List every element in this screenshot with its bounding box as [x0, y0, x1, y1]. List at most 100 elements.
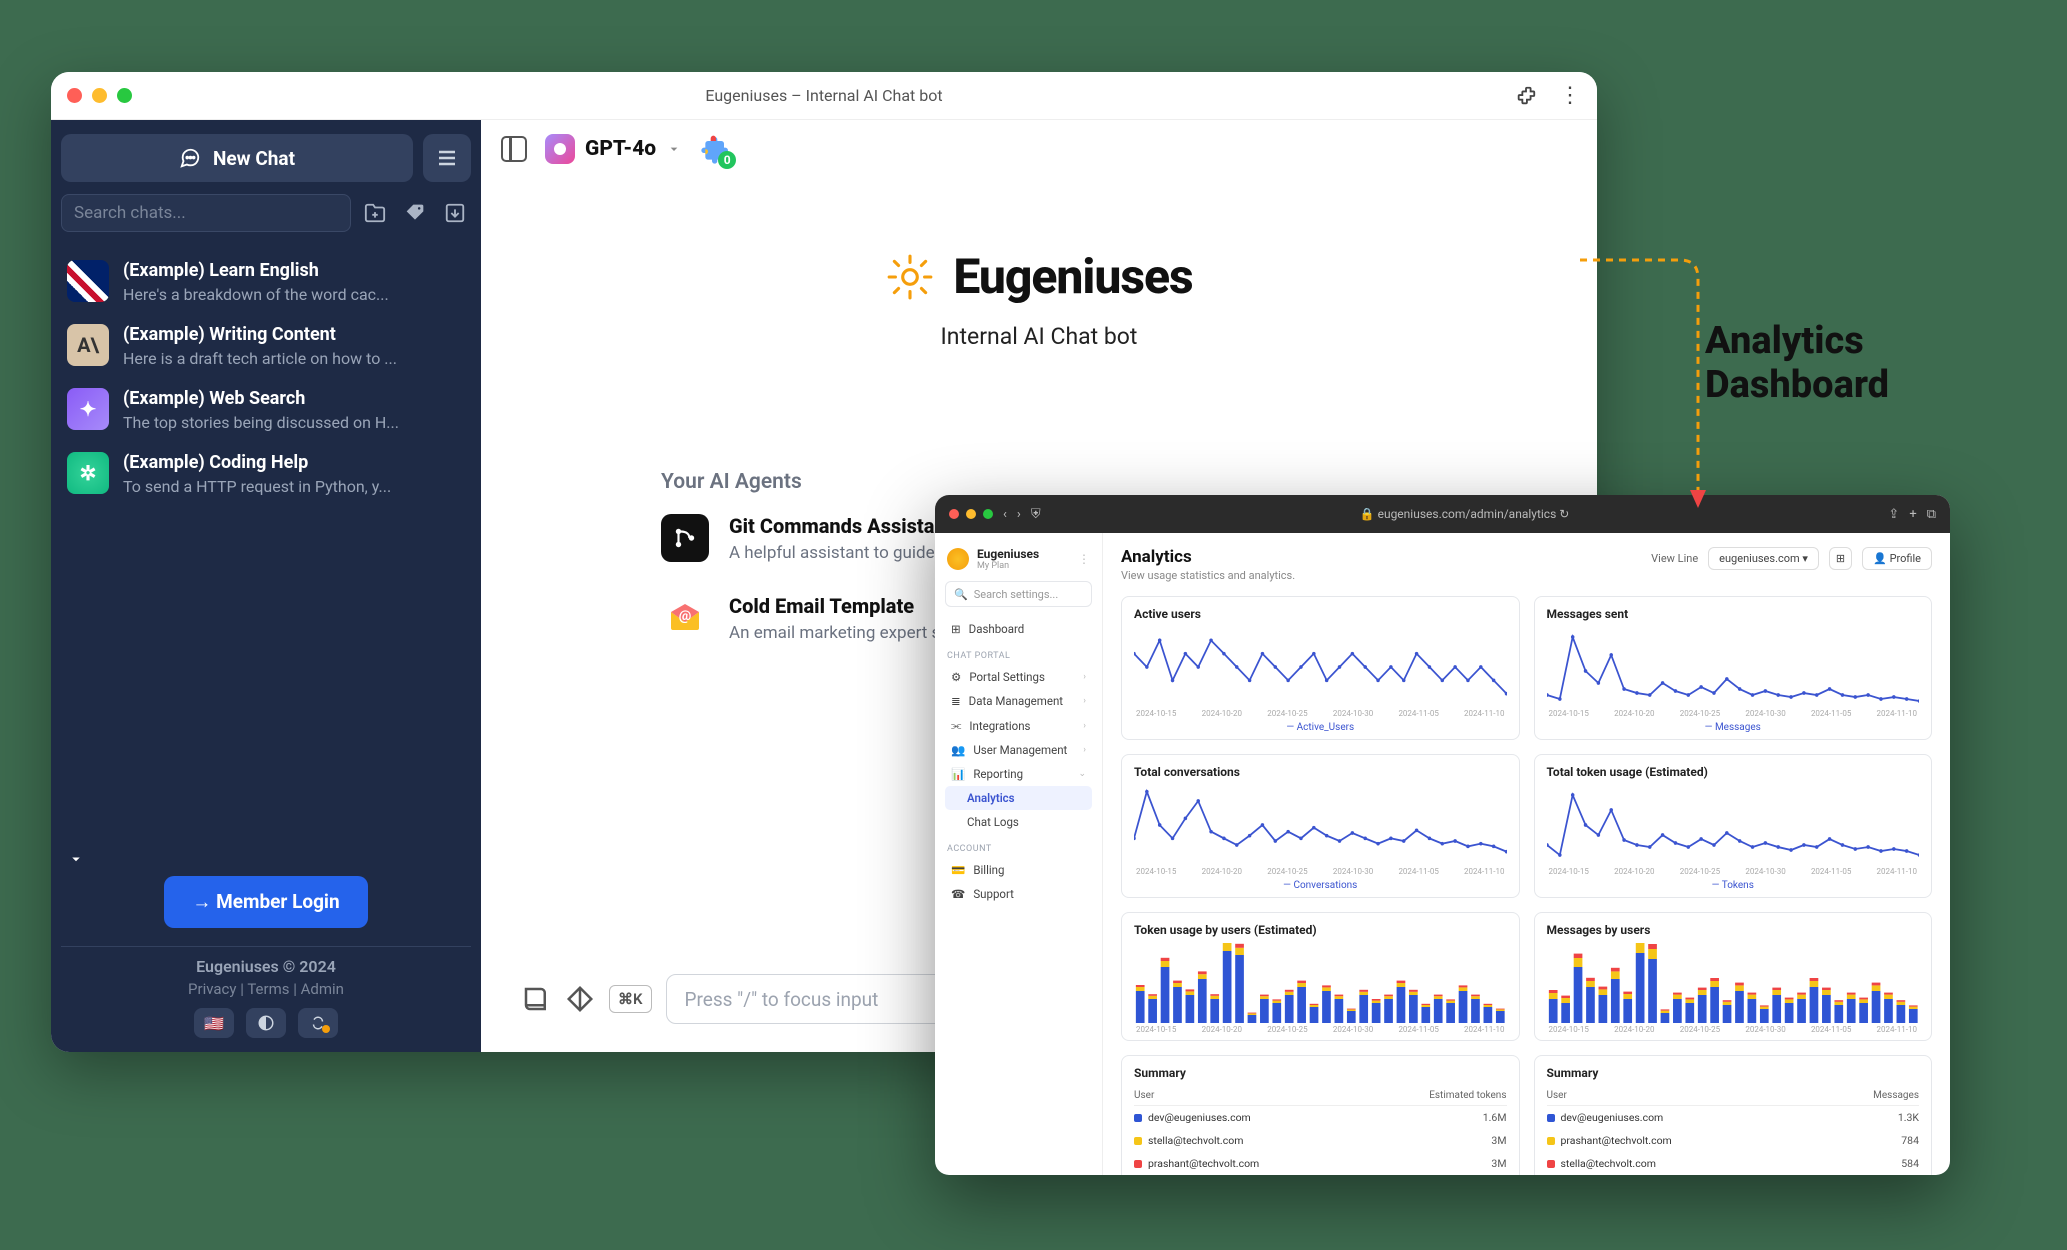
chat-item[interactable]: ✲ (Example) Coding HelpTo send a HTTP re…: [61, 442, 471, 506]
nav-reporting[interactable]: 📊 Reporting⌄: [945, 762, 1092, 786]
chart-card: Active users 2024-10-152024-10-202024-10…: [1121, 596, 1520, 740]
chat-item[interactable]: (Example) Learn EnglishHere's a breakdow…: [61, 250, 471, 314]
terms-link[interactable]: Terms: [247, 980, 289, 998]
chart: [1547, 943, 1920, 1023]
nav-support[interactable]: ☎ Support: [945, 882, 1092, 906]
viewline-label: View Line: [1651, 552, 1698, 565]
collapse-sidebar-button[interactable]: [67, 850, 471, 872]
hero-title: Eugeniuses: [953, 248, 1192, 305]
model-selector[interactable]: GPT-4o: [545, 134, 682, 164]
minimize-window-icon[interactable]: [966, 509, 976, 519]
share-icon[interactable]: ⇪: [1888, 507, 1899, 522]
git-icon: [661, 514, 709, 562]
member-login-button[interactable]: → Member Login: [164, 876, 367, 928]
import-button[interactable]: [439, 197, 471, 229]
page-subtitle: View usage statistics and analytics.: [1121, 569, 1295, 582]
annotation-label: Analytics Dashboard: [1705, 320, 1889, 407]
chat-item[interactable]: ✦ (Example) Web SearchThe top stories be…: [61, 378, 471, 442]
profile-button[interactable]: 👤 Profile: [1862, 547, 1932, 570]
summary-title: Summary: [1134, 1066, 1507, 1080]
more-icon[interactable]: ⋮: [1078, 552, 1090, 566]
hero-subtitle: Internal AI Chat bot: [941, 323, 1138, 350]
new-chat-label: New Chat: [213, 147, 295, 170]
chart-title: Messages sent: [1547, 607, 1920, 621]
model-logo-icon: [545, 134, 575, 164]
locale-button[interactable]: 🇺🇸: [194, 1008, 234, 1038]
chevron-down-icon: [666, 141, 682, 157]
browser-chrome: ‹ › ⛨ 🔒 eugeniuses.com/admin/analytics ↻…: [935, 495, 1950, 533]
chat-preview: The top stories being discussed on H...: [123, 413, 399, 432]
chart-xaxis: 2024-10-152024-10-202024-10-252024-10-30…: [1547, 709, 1920, 718]
brand[interactable]: EugeniusesMy Plan ⋮: [945, 543, 1092, 581]
plus-icon[interactable]: +: [1909, 507, 1916, 522]
chat-title: (Example) Coding Help: [123, 452, 391, 473]
search-settings-input[interactable]: 🔍 Search settings...: [945, 581, 1092, 607]
chart-legend: — Active_Users: [1134, 722, 1507, 733]
chart-xaxis: 2024-10-152024-10-202024-10-252024-10-30…: [1547, 867, 1920, 876]
nav-chat-logs[interactable]: Chat Logs: [945, 810, 1092, 834]
close-window-icon[interactable]: [949, 509, 959, 519]
pen-icon[interactable]: [565, 984, 595, 1014]
shortcut-badge: ⌘K: [609, 985, 652, 1013]
divider: [61, 946, 471, 947]
hamburger-icon: [435, 146, 459, 170]
chat-preview: To send a HTTP request in Python, y...: [123, 477, 391, 496]
chat-item[interactable]: A\ (Example) Writing ContentHere is a dr…: [61, 314, 471, 378]
nav-portal-settings[interactable]: ⚙ Portal Settings›: [945, 665, 1092, 689]
brand-logo: Eugeniuses: [885, 248, 1192, 305]
panel-toggle-icon[interactable]: [501, 136, 527, 162]
titlebar: Eugeniuses – Internal AI Chat bot ⋮: [51, 72, 1597, 120]
hamburger-button[interactable]: [423, 134, 471, 182]
section-label: Account: [947, 844, 1090, 854]
brand-logo-icon: [947, 548, 969, 570]
chart-card: Messages by users 2024-10-152024-10-2020…: [1534, 912, 1933, 1041]
svg-text:@: @: [679, 608, 692, 624]
chart-xaxis: 2024-10-152024-10-202024-10-252024-10-30…: [1134, 1025, 1507, 1034]
forward-icon[interactable]: ›: [1017, 507, 1021, 522]
address-bar[interactable]: 🔒 eugeniuses.com/admin/analytics ↻: [1051, 507, 1879, 521]
mail-icon: @: [661, 594, 709, 642]
tag-button[interactable]: [399, 197, 431, 229]
admin-link[interactable]: Admin: [301, 980, 344, 998]
nav-dashboard[interactable]: ⊞ Dashboard: [945, 617, 1092, 641]
plugins-button[interactable]: 0: [700, 133, 732, 165]
analytics-window: ‹ › ⛨ 🔒 eugeniuses.com/admin/analytics ↻…: [935, 495, 1950, 1175]
tabs-icon[interactable]: ⧉: [1927, 507, 1936, 522]
nav-data-mgmt[interactable]: ≣ Data Management›: [945, 689, 1092, 713]
back-icon[interactable]: ‹: [1003, 507, 1007, 522]
book-icon[interactable]: [521, 984, 551, 1014]
chart-xaxis: 2024-10-152024-10-202024-10-252024-10-30…: [1134, 867, 1507, 876]
page-title: Analytics: [1121, 547, 1295, 567]
grid-toggle[interactable]: ⊞: [1829, 547, 1852, 570]
theme-toggle-button[interactable]: [246, 1008, 286, 1038]
summary-card: Summary UserEstimated tokens dev@eugeniu…: [1121, 1055, 1520, 1175]
maximize-window-icon[interactable]: [983, 509, 993, 519]
section-label: Chat Portal: [947, 651, 1090, 661]
extension-icon[interactable]: [1515, 85, 1537, 107]
new-chat-button[interactable]: New Chat: [61, 134, 413, 182]
nav-integrations[interactable]: ⫘ Integrations›: [945, 713, 1092, 738]
close-window-icon[interactable]: [67, 88, 82, 103]
chart-title: Active users: [1134, 607, 1507, 621]
flag-uk-icon: [67, 260, 109, 302]
copyright: Eugeniuses © 2024: [196, 957, 336, 976]
new-folder-button[interactable]: [359, 197, 391, 229]
chart-card: Total token usage (Estimated) 2024-10-15…: [1534, 754, 1933, 898]
chart-legend: — Tokens: [1547, 880, 1920, 891]
shield-icon[interactable]: ⛨: [1031, 507, 1041, 522]
nav-billing[interactable]: 💳 Billing: [945, 858, 1092, 882]
chart-card: Messages sent 2024-10-152024-10-202024-1…: [1534, 596, 1933, 740]
nav-analytics[interactable]: Analytics: [945, 786, 1092, 810]
privacy-link[interactable]: Privacy: [188, 980, 236, 998]
chevron-down-icon: [67, 850, 85, 868]
footer-links: Privacy | Terms | Admin: [188, 980, 344, 998]
sidebar: New Chat (Example) Learn EnglishHere's a…: [51, 120, 481, 1052]
tenant-selector[interactable]: eugeniuses.com ▾: [1708, 547, 1819, 570]
more-icon[interactable]: ⋮: [1559, 83, 1581, 108]
admin-sidebar: EugeniusesMy Plan ⋮ 🔍 Search settings...…: [935, 533, 1103, 1175]
sync-button[interactable]: [298, 1008, 338, 1038]
maximize-window-icon[interactable]: [117, 88, 132, 103]
search-chats-input[interactable]: [61, 194, 351, 232]
nav-user-mgmt[interactable]: 👥 User Management›: [945, 738, 1092, 762]
minimize-window-icon[interactable]: [92, 88, 107, 103]
